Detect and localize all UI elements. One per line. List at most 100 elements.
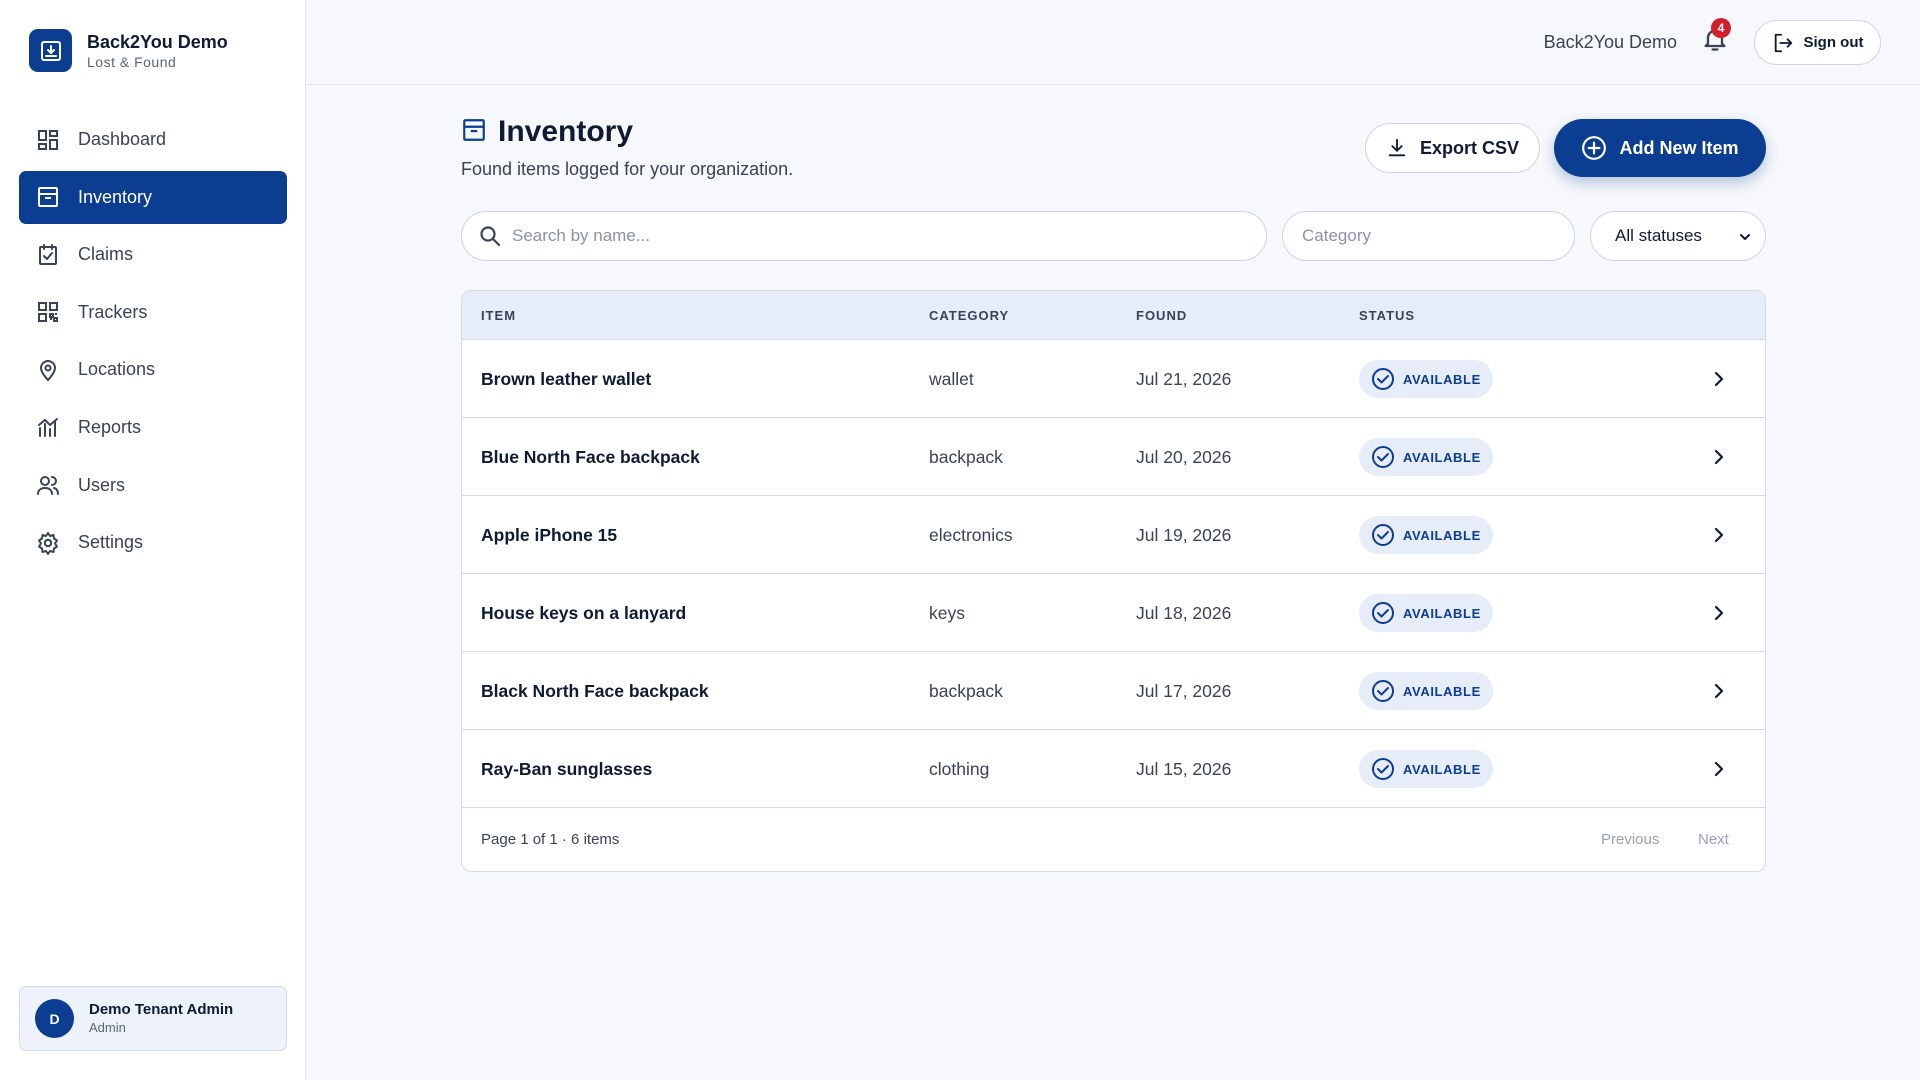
- check-circle-icon: [1372, 524, 1394, 546]
- sign-out-label: Sign out: [1803, 34, 1864, 51]
- top-bar: Back2You Demo 4 Sign out: [307, 0, 1920, 85]
- plus-circle-icon: [1582, 136, 1607, 160]
- users-icon: [35, 472, 61, 498]
- sidebar-item-claims[interactable]: Claims: [19, 228, 287, 281]
- check-circle-icon: [1372, 758, 1394, 780]
- table-row[interactable]: Black North Face backpack backpack Jul 17,…: [462, 652, 1765, 730]
- sidebar-item-dashboard[interactable]: Dashboard: [19, 113, 287, 166]
- add-new-item-label: Add New Item: [1619, 137, 1739, 158]
- chevron-right-icon[interactable]: [1709, 681, 1729, 701]
- chevron-right-icon[interactable]: [1709, 447, 1729, 467]
- user-card[interactable]: D Demo Tenant Admin Admin: [19, 986, 287, 1051]
- check-circle-icon: [1372, 680, 1394, 702]
- status-badge: AVAILABLE: [1359, 360, 1493, 398]
- brand-subtitle: Lost & Found: [87, 53, 177, 70]
- page-subtitle: Found items logged for your organization…: [461, 159, 794, 179]
- item-found-date: Jul 20, 2026: [1136, 447, 1232, 467]
- column-header-item[interactable]: ITEM: [481, 291, 516, 340]
- status-badge: AVAILABLE: [1359, 438, 1493, 476]
- item-category: backpack: [929, 681, 1003, 701]
- add-new-item-button[interactable]: Add New Item: [1554, 119, 1766, 177]
- sidebar-item-label: Claims: [78, 244, 134, 265]
- search-icon: [480, 226, 501, 247]
- status-select[interactable]: All statuses: [1590, 211, 1766, 261]
- chevron-right-icon[interactable]: [1709, 369, 1729, 389]
- export-csv-button[interactable]: Export CSV: [1365, 123, 1540, 173]
- sidebar-item-label: Locations: [78, 359, 156, 380]
- item-found-date: Jul 18, 2026: [1136, 603, 1232, 623]
- page-info: Page 1 of 1 · 6 items: [481, 831, 620, 848]
- tenant-name: Back2You Demo: [1543, 32, 1677, 52]
- status-badge: AVAILABLE: [1359, 594, 1493, 632]
- sidebar-item-trackers[interactable]: Trackers: [19, 286, 287, 339]
- sidebar-item-settings[interactable]: Settings: [19, 516, 287, 569]
- sidebar-item-locations[interactable]: Locations: [19, 343, 287, 396]
- item-name: Brown leather wallet: [481, 369, 652, 389]
- table-row[interactable]: Apple iPhone 15 electronics Jul 19, 2026 AV…: [462, 496, 1765, 574]
- item-category: clothing: [929, 759, 990, 779]
- bar-chart-icon: [35, 414, 61, 440]
- table-row[interactable]: Brown leather wallet wallet Jul 21, 2026 AV…: [462, 340, 1765, 418]
- sidebar-item-users[interactable]: Users: [19, 459, 287, 512]
- table-row[interactable]: House keys on a lanyard keys Jul 18, 2026 A…: [462, 574, 1765, 652]
- chevron-right-icon[interactable]: [1709, 759, 1729, 779]
- status-label: AVAILABLE: [1403, 761, 1481, 777]
- previous-page-button[interactable]: Previous: [1601, 808, 1659, 871]
- search-box[interactable]: [461, 211, 1267, 261]
- brand-name: Back2You Demo: [87, 31, 228, 52]
- item-category: keys: [929, 603, 965, 623]
- table-row[interactable]: Ray-Ban sunglasses clothing Jul 15, 2026 AV…: [462, 730, 1765, 808]
- column-header-status[interactable]: STATUS: [1359, 291, 1415, 340]
- item-name: Apple iPhone 15: [481, 525, 618, 545]
- sidebar-item-inventory[interactable]: Inventory: [19, 170, 287, 224]
- sidebar-nav: Dashboard Inventory Claims Trackers Loca…: [19, 113, 287, 574]
- table-header: ITEM CATEGORY FOUND STATUS: [462, 291, 1765, 340]
- qr-code-icon: [35, 299, 61, 325]
- archive-box-icon: [35, 184, 61, 210]
- status-badge: AVAILABLE: [1359, 516, 1493, 554]
- next-page-button[interactable]: Next: [1698, 808, 1729, 871]
- item-name: House keys on a lanyard: [481, 603, 687, 623]
- sidebar-item-label: Users: [78, 474, 126, 495]
- item-category: wallet: [929, 369, 974, 389]
- chevron-right-icon[interactable]: [1709, 525, 1729, 545]
- page-title: Inventory: [498, 115, 634, 148]
- sidebar-item-reports[interactable]: Reports: [19, 401, 287, 454]
- gear-icon: [35, 530, 61, 556]
- status-select-value: All statuses: [1615, 226, 1702, 245]
- inbox-download-icon: [29, 29, 72, 72]
- category-input[interactable]: [1282, 211, 1575, 261]
- sidebar-item-label: Inventory: [78, 186, 153, 207]
- user-name: Demo Tenant Admin: [89, 1001, 234, 1018]
- clipboard-check-icon: [35, 242, 61, 268]
- column-header-category[interactable]: CATEGORY: [929, 291, 1009, 340]
- user-role: Admin: [89, 1020, 126, 1035]
- download-icon: [1388, 138, 1406, 157]
- logout-icon: [1774, 33, 1792, 52]
- item-category: backpack: [929, 447, 1003, 467]
- search-input[interactable]: [512, 226, 1252, 246]
- sidebar-item-label: Trackers: [78, 301, 148, 322]
- item-name: Black North Face backpack: [481, 681, 709, 701]
- check-circle-icon: [1372, 446, 1394, 468]
- item-found-date: Jul 21, 2026: [1136, 369, 1232, 389]
- check-circle-icon: [1372, 368, 1394, 390]
- item-name: Blue North Face backpack: [481, 447, 700, 467]
- check-circle-icon: [1372, 602, 1394, 624]
- sidebar-item-label: Dashboard: [78, 129, 167, 149]
- sidebar-item-label: Reports: [78, 416, 142, 437]
- dashboard-icon: [35, 127, 61, 153]
- status-badge: AVAILABLE: [1359, 750, 1493, 788]
- map-pin-icon: [35, 357, 61, 383]
- sidebar: Back2You Demo Lost & Found Dashboard Inv…: [0, 0, 306, 1080]
- inventory-table: ITEM CATEGORY FOUND STATUS Brown leather…: [461, 290, 1766, 872]
- item-category: electronics: [929, 525, 1013, 545]
- column-header-found[interactable]: FOUND: [1136, 291, 1187, 340]
- archive-box-icon: [461, 117, 487, 148]
- sign-out-button[interactable]: Sign out: [1754, 20, 1881, 65]
- table-row[interactable]: Blue North Face backpack backpack Jul 20, …: [462, 418, 1765, 496]
- status-label: AVAILABLE: [1403, 605, 1481, 621]
- brand[interactable]: Back2You Demo Lost & Found: [29, 29, 228, 72]
- sidebar-item-label: Settings: [78, 532, 144, 553]
- chevron-right-icon[interactable]: [1709, 603, 1729, 623]
